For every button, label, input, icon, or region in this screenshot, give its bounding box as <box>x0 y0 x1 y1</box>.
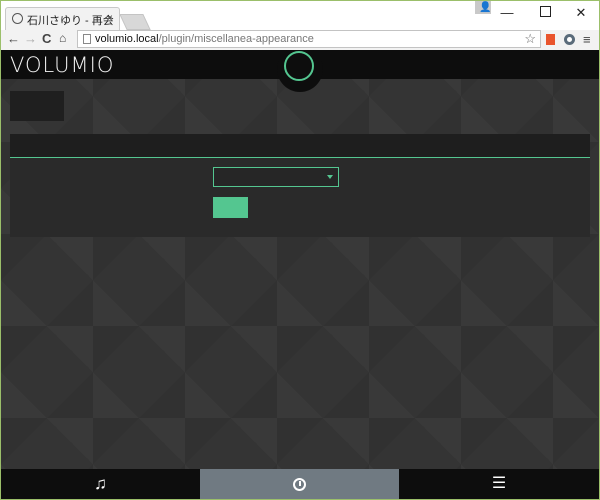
playback-clock-icon <box>293 477 306 491</box>
reload-icon[interactable]: C <box>42 31 51 46</box>
extension-icon[interactable] <box>564 34 575 45</box>
forward-arrow-icon[interactable]: → <box>24 31 37 46</box>
volumio-logo[interactable]: VOLUMIO <box>10 53 114 77</box>
minimize-button[interactable]: — <box>497 5 517 20</box>
volume-knob[interactable] <box>277 50 323 92</box>
profile-icon: 👤 <box>479 2 492 13</box>
panel-header <box>10 134 590 158</box>
tab-browse[interactable]: ♫ <box>1 469 200 499</box>
new-tab-button[interactable] <box>119 14 151 30</box>
tab-close-icon[interactable]: × <box>106 11 113 25</box>
tab-queue[interactable]: ☰ <box>399 469 599 499</box>
bottom-nav: ♫ ☰ <box>1 469 599 499</box>
close-window-button[interactable]: ✕ <box>571 5 591 21</box>
browser-menu-icon[interactable]: ≡ <box>583 32 591 47</box>
maximize-icon <box>539 6 551 17</box>
music-note-icon: ♫ <box>94 474 107 493</box>
url-host: volumio.local <box>95 33 159 45</box>
browser-tab[interactable]: 石川さゆり - 再会 × <box>5 7 120 30</box>
home-icon[interactable]: ⌂ <box>59 31 66 45</box>
save-button[interactable] <box>213 197 248 218</box>
address-bar[interactable]: volumio.local/plugin/miscellanea-appeara… <box>77 30 541 48</box>
office-extension-icon[interactable] <box>546 34 555 45</box>
tab-favicon-icon <box>12 13 23 24</box>
page-icon <box>83 34 91 44</box>
url-path: /plugin/miscellanea-appearance <box>158 33 314 45</box>
browser-window: 石川さゆり - 再会 × 👤 — ✕ ← → C ⌂ volumio.local… <box>1 1 599 499</box>
maximize-button[interactable] <box>535 5 555 20</box>
tab-title: 石川さゆり - 再会 <box>27 15 114 27</box>
title-bar: 石川さゆり - 再会 × 👤 — ✕ <box>1 1 599 30</box>
caret-down-icon <box>327 175 333 179</box>
url-text: volumio.local/plugin/miscellanea-appeara… <box>95 33 314 45</box>
volumio-app: VOLUMIO ♫ ☰ <box>1 50 599 499</box>
settings-panel <box>10 134 590 237</box>
queue-list-icon: ☰ <box>491 475 507 492</box>
volume-ring-icon <box>284 51 314 81</box>
back-button[interactable] <box>10 91 64 121</box>
back-arrow-icon[interactable]: ← <box>7 31 20 46</box>
appearance-select[interactable] <box>213 167 339 187</box>
browser-toolbar: ← → C ⌂ volumio.local/plugin/miscellanea… <box>1 30 599 49</box>
bookmark-star-icon[interactable]: ☆ <box>524 31 536 47</box>
tab-playback[interactable] <box>200 469 399 499</box>
